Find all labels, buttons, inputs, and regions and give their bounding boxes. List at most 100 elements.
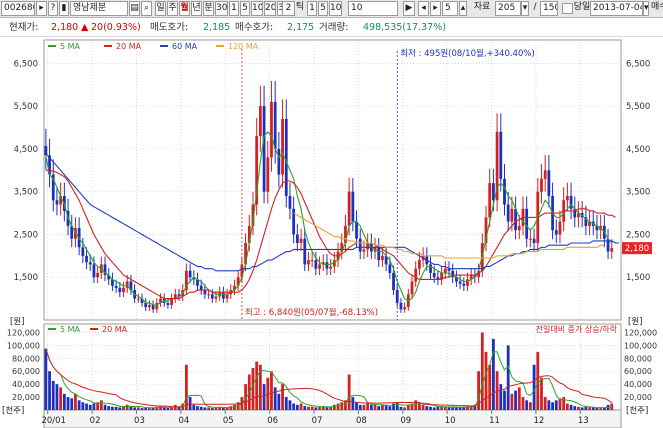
price-volume-chart[interactable]: 1,500 1,500 2,500 2,500 3,500 3,500 4,500 4,500… xyxy=(0,37,663,428)
candle-body xyxy=(414,268,418,282)
tick-button-2[interactable]: 10 xyxy=(329,1,342,16)
candle-body xyxy=(543,170,547,179)
candle-body xyxy=(199,285,203,291)
candle-body xyxy=(222,292,225,299)
data-total-field[interactable]: 150 xyxy=(540,1,558,16)
tick-count-field[interactable]: 2 xyxy=(282,1,295,16)
volume-bar xyxy=(384,405,388,410)
play-icon[interactable]: ▶ xyxy=(403,1,415,16)
arrow-right-icon[interactable]: ▸ xyxy=(36,1,47,16)
volume-bar xyxy=(162,407,166,410)
candle-body xyxy=(88,262,92,265)
candle-body xyxy=(262,106,266,192)
candle-body xyxy=(92,264,96,278)
candle-body xyxy=(122,287,125,293)
volume-bar xyxy=(325,407,329,410)
x-tick-label: 20/01 xyxy=(41,416,66,426)
volume-bar xyxy=(562,397,566,410)
period-tab-7[interactable]: 5 xyxy=(240,1,250,16)
price-unit-left: [원] xyxy=(10,317,24,327)
date-field[interactable]: 2013-07-04 xyxy=(590,1,643,16)
period-tab-8[interactable]: 10 xyxy=(251,1,263,16)
price-unit-right: [원] xyxy=(628,317,642,327)
prev-icon[interactable]: ◂ xyxy=(418,1,429,16)
volume-unit-left: [천주] xyxy=(2,405,24,416)
volume-bar xyxy=(351,397,355,410)
tick-button-1[interactable]: 5 xyxy=(318,1,328,16)
volume-bar xyxy=(99,400,103,410)
volume-bar xyxy=(347,374,351,410)
volume-bar xyxy=(381,404,384,410)
x-tick-label: 08 xyxy=(356,416,367,426)
candle-body xyxy=(266,157,270,192)
candle-body xyxy=(136,298,140,300)
candle-body xyxy=(325,262,329,269)
tick-button-0[interactable]: 1 xyxy=(307,1,317,16)
candle-body xyxy=(399,302,403,310)
volume-bar xyxy=(77,400,81,410)
period-tab-2[interactable]: 월 xyxy=(179,1,190,16)
volume-bar xyxy=(569,404,573,410)
candle-body xyxy=(569,195,573,209)
volume-tick-label-left: 20,000 xyxy=(12,393,40,402)
dropdown-icon[interactable]: ▾ xyxy=(521,1,529,16)
x-tick-label: 03 xyxy=(134,416,145,426)
volume-legend-label: 5 MA xyxy=(60,325,81,334)
next-icon[interactable]: ▸ xyxy=(430,1,441,16)
search-icon[interactable]: ⌕ xyxy=(141,1,152,16)
candle-body xyxy=(403,307,407,310)
volume-bar xyxy=(599,408,603,410)
candle-body xyxy=(418,260,421,269)
volume-bar xyxy=(281,384,284,410)
same-day-checkbox[interactable] xyxy=(562,3,573,14)
high-annotation: 최고 : 6,840원(05/07월,-68.13%) xyxy=(245,307,378,318)
period-tab-0[interactable]: 일 xyxy=(155,1,166,16)
volume-bar xyxy=(362,404,366,410)
volume-bar xyxy=(284,397,288,410)
stock-name-field[interactable]: 영남제분 xyxy=(70,1,128,16)
candle-body xyxy=(381,255,384,261)
period-tab-3[interactable]: 년 xyxy=(191,1,202,16)
question-icon[interactable]: ? xyxy=(48,1,58,16)
volume-bar xyxy=(207,407,210,410)
calculator-icon[interactable]: ▤ xyxy=(129,1,140,16)
chart-toggle-icon[interactable]: ▮ xyxy=(59,1,69,16)
x-tick-label: 10 xyxy=(445,416,456,426)
candle-body xyxy=(510,208,514,222)
price-tick-label-right: 2,500 xyxy=(626,230,650,240)
tick-value-field[interactable]: 10 xyxy=(348,1,398,16)
period-tab-1[interactable]: 주 xyxy=(167,1,178,16)
volume-tick-label-left: 100,000 xyxy=(7,341,40,350)
volume-bar xyxy=(185,364,188,410)
candle-body xyxy=(458,281,462,284)
calendar-icon[interactable]: ▾ xyxy=(643,1,649,16)
volume-bar xyxy=(577,406,580,410)
volume-bar xyxy=(484,351,488,410)
volume-bar xyxy=(525,400,529,410)
volume-bar xyxy=(92,403,96,410)
volume-bar xyxy=(292,403,296,410)
volume-unit-right: [천주] xyxy=(626,405,648,416)
x-tick-label: 02 xyxy=(90,416,101,426)
volume-bar xyxy=(74,393,77,410)
volume-bar xyxy=(273,387,277,410)
volume-bar xyxy=(288,400,292,410)
price-tick-label-left: 4,500 xyxy=(14,145,38,155)
period-tab-9[interactable]: 20 xyxy=(264,1,276,16)
step-field[interactable]: 5 xyxy=(442,1,458,16)
stock-code-field[interactable]: 002680 xyxy=(1,1,35,16)
tick-unit-label: 틱 xyxy=(295,2,305,12)
period-tab-4[interactable]: 분 xyxy=(203,1,214,16)
volume-bar xyxy=(573,406,577,410)
candle-body xyxy=(410,281,414,295)
first-icon[interactable]: ▴ xyxy=(459,1,467,16)
period-tab-5[interactable]: 30s xyxy=(215,1,228,16)
period-tab-6[interactable]: 1 xyxy=(229,1,239,16)
low-annotation: 최저 : 495원(08/10월,+340.40%) xyxy=(400,48,535,59)
candle-body xyxy=(310,260,314,262)
volume-bar xyxy=(192,404,196,410)
candle-body xyxy=(299,238,303,244)
volume-bar xyxy=(140,408,144,410)
data-count-select[interactable]: 205 xyxy=(495,1,521,16)
x-tick-label: 04 xyxy=(178,416,189,426)
